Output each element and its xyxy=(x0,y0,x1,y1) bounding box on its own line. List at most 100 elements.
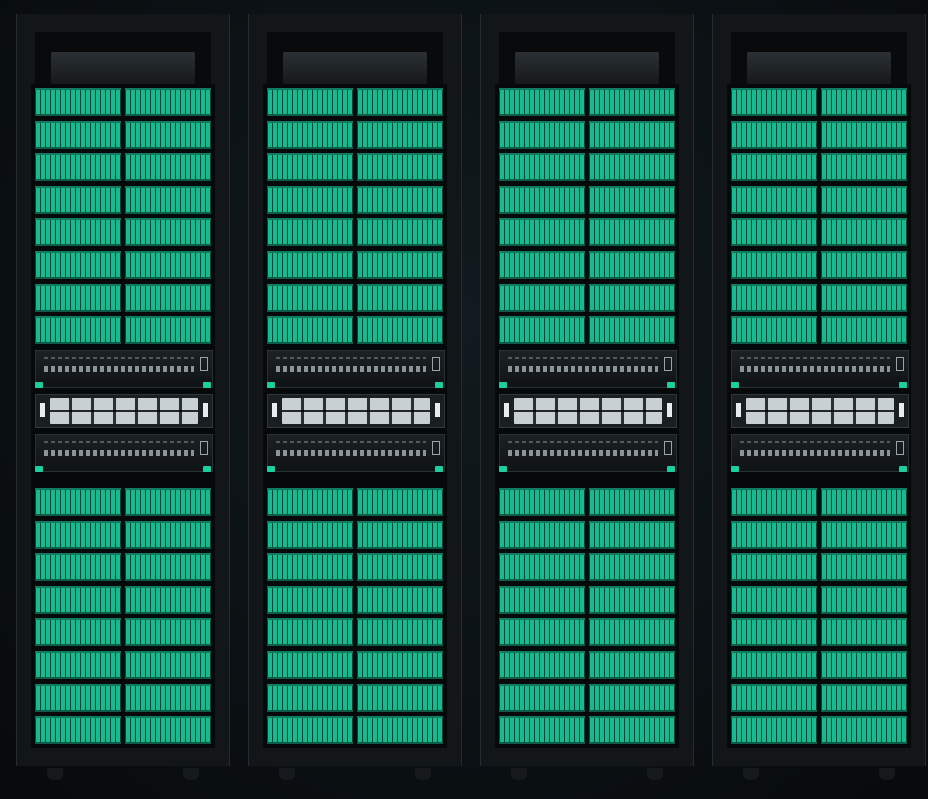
drive-bay-group xyxy=(821,618,907,647)
caster-wheel xyxy=(279,768,295,780)
drive-shelf xyxy=(499,316,675,345)
storage-server xyxy=(35,394,213,428)
drive-bay-group xyxy=(499,520,585,549)
drive-shelf xyxy=(731,120,907,149)
drive-bay-group xyxy=(35,683,121,712)
drive-bay-group xyxy=(821,651,907,679)
drive-shelf xyxy=(499,585,675,614)
drive-bay-group xyxy=(357,120,443,149)
drive-shelf xyxy=(731,251,907,279)
drive-bay-group xyxy=(357,651,443,679)
server-handle xyxy=(203,403,208,417)
drive-bay-group xyxy=(125,716,211,745)
status-leds xyxy=(896,441,904,455)
release-tab xyxy=(899,466,907,472)
drive-bay-group xyxy=(267,585,353,614)
storage-server xyxy=(267,394,445,428)
drive-shelf xyxy=(267,153,443,182)
caster-wheel xyxy=(647,768,663,780)
drive-bay-group xyxy=(731,585,817,614)
drive-bay-group xyxy=(35,120,121,149)
drive-shelf xyxy=(731,88,907,116)
drive-shelf xyxy=(499,251,675,279)
drive-bay-group xyxy=(125,283,211,312)
drive-shelf xyxy=(35,283,211,312)
drive-shelf xyxy=(35,651,211,679)
drive-shelf xyxy=(731,618,907,647)
drive-bay-group xyxy=(731,88,817,116)
drive-shelf xyxy=(731,153,907,182)
switch-port-row xyxy=(508,357,658,359)
caster-wheel xyxy=(879,768,895,780)
drive-shelf xyxy=(499,88,675,116)
drive-shelf xyxy=(35,520,211,549)
drive-shelf xyxy=(35,251,211,279)
drive-bay-group xyxy=(499,651,585,679)
switch-port-row xyxy=(276,357,426,359)
drive-bay-group xyxy=(731,651,817,679)
drive-bay-group xyxy=(125,520,211,549)
drive-shelf xyxy=(267,316,443,345)
drive-shelf xyxy=(731,185,907,214)
drive-shelf xyxy=(499,283,675,312)
drive-bay-group xyxy=(35,553,121,582)
drive-shelf xyxy=(267,251,443,279)
drive-bay-group xyxy=(821,585,907,614)
drive-shelf xyxy=(499,153,675,182)
drive-shelf xyxy=(267,716,443,745)
drive-shelf xyxy=(499,488,675,516)
drive-bay-group xyxy=(731,185,817,214)
drive-bay-group xyxy=(125,316,211,345)
drive-bay-group xyxy=(589,88,675,116)
network-switch xyxy=(499,434,677,472)
storage-server xyxy=(499,394,677,428)
release-tab xyxy=(731,382,739,388)
drive-bay-group xyxy=(499,316,585,345)
drive-shelf xyxy=(35,316,211,345)
release-tab xyxy=(203,466,211,472)
drive-bay-group xyxy=(589,520,675,549)
server-rack-photo xyxy=(0,0,928,799)
switch-port-row xyxy=(508,441,658,443)
release-tab xyxy=(35,382,43,388)
drive-bay-group xyxy=(821,283,907,312)
drive-bay-group xyxy=(357,618,443,647)
drive-bay-group xyxy=(499,283,585,312)
caster-wheel xyxy=(47,768,63,780)
status-leds xyxy=(200,441,208,455)
drive-bay-group xyxy=(35,585,121,614)
drive-bay-group xyxy=(821,553,907,582)
drive-bay-group xyxy=(357,88,443,116)
drive-bay-group xyxy=(731,488,817,516)
drive-bay-group xyxy=(267,683,353,712)
switch-port-row xyxy=(276,450,426,456)
network-switch xyxy=(731,434,909,472)
drive-bay-group xyxy=(267,283,353,312)
drive-bay-group xyxy=(821,488,907,516)
switch-port-row xyxy=(740,441,890,443)
drive-bay-group xyxy=(589,120,675,149)
drive-shelf xyxy=(499,683,675,712)
rack-top-unit xyxy=(51,52,195,84)
drive-bay-group xyxy=(499,251,585,279)
switch-port-row xyxy=(740,357,890,359)
drive-shelf xyxy=(35,618,211,647)
switch-port-row xyxy=(44,441,194,443)
drive-bay-group xyxy=(125,585,211,614)
drive-shelf xyxy=(35,683,211,712)
drive-bay-group xyxy=(35,520,121,549)
drive-bay-group xyxy=(589,651,675,679)
server-rack xyxy=(248,14,462,780)
drive-shelf xyxy=(731,683,907,712)
drive-bay-group xyxy=(357,683,443,712)
drive-bay-group xyxy=(731,618,817,647)
drive-bay-group xyxy=(589,488,675,516)
drive-shelf xyxy=(35,553,211,582)
drive-bay-group xyxy=(125,651,211,679)
release-tab xyxy=(731,466,739,472)
drive-bay-group xyxy=(35,716,121,745)
release-tab xyxy=(267,466,275,472)
drive-bay-group xyxy=(357,553,443,582)
drive-bay-group xyxy=(589,683,675,712)
release-tab xyxy=(267,382,275,388)
